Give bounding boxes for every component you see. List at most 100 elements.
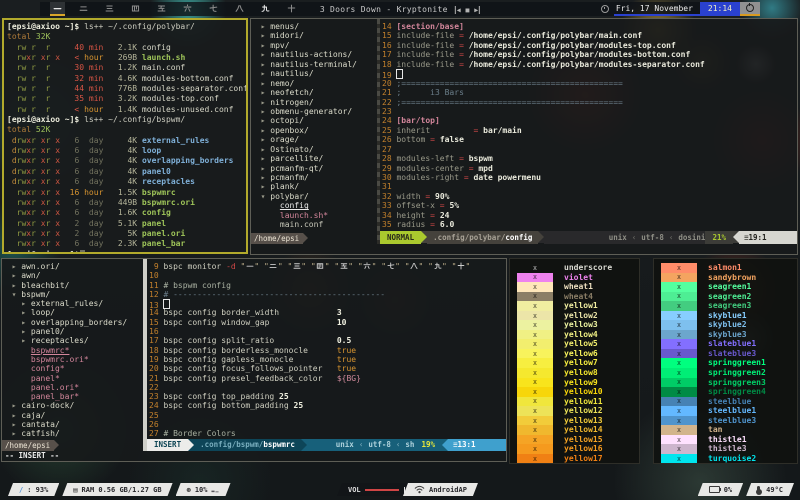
- tree-item[interactable]: ▸ cantata/: [2, 420, 143, 429]
- tree-item[interactable]: ▸ menus/: [251, 22, 377, 31]
- tree-item[interactable]: ▸ nautilus-terminal/: [251, 60, 377, 69]
- color-row: x wheat1: [510, 282, 639, 292]
- file-format: unix: [335, 440, 354, 450]
- media-next-button[interactable]: ▶: [474, 5, 481, 14]
- color-row: x yellow4: [510, 329, 639, 340]
- colortest-window-left[interactable]: x underscore x violet x wheat1 x wheat4 x yellow1…: [509, 258, 640, 464]
- date-label[interactable]: Fri, 17 November: [613, 2, 700, 16]
- workspace-1[interactable]: [49, 2, 65, 16]
- tree-item[interactable]: ▸ openbox/: [251, 126, 377, 135]
- tree-item[interactable]: ▸ parcellite/: [251, 154, 377, 163]
- tree-item[interactable]: ▸ nautilus-actions/: [251, 50, 377, 59]
- workspace-7[interactable]: [206, 2, 221, 16]
- tree-item[interactable]: ▸ external_rules/: [2, 299, 143, 308]
- vim-bspwm-window[interactable]: ▸ awn.ori/ ▸ awn/ ▸ bleachbit/ ▾ bspwm/ …: [1, 258, 507, 462]
- editor-line: 24 bspc config bottom_padding 25: [149, 401, 304, 411]
- tree-item[interactable]: ▸ catfish/: [2, 429, 143, 438]
- terminal-line: rwxr xr x 2 day 5K panel.ori: [7, 228, 186, 238]
- volume-label: VOL: [348, 485, 361, 494]
- tree-item[interactable]: ▸ obmenu-generator/: [251, 107, 377, 116]
- color-name: skyblue3: [708, 329, 747, 339]
- tree-item[interactable]: ▸ caja/: [2, 411, 143, 420]
- file-meta: unix utf-8 sh: [306, 438, 415, 451]
- color-name: yellow6: [564, 348, 598, 358]
- editor-pane[interactable]: 9 bspc monitor -d " " " " " " " " " " " " " " "…: [147, 259, 506, 451]
- workspace-10[interactable]: [284, 2, 299, 16]
- tree-item[interactable]: panel.ori*: [2, 383, 143, 392]
- tree-item[interactable]: ▸ overlapping_borders/: [2, 318, 143, 327]
- filesystem-usage: : 93%: [27, 485, 49, 494]
- color-row: x springgreen1: [654, 358, 797, 369]
- color-swatch: x: [517, 329, 553, 340]
- color-swatch: x: [661, 368, 697, 378]
- tree-item[interactable]: ▸ orage/: [251, 135, 377, 144]
- color-name: yellow14: [564, 425, 603, 435]
- tree-item[interactable]: ▸ Ostinato/: [251, 145, 377, 154]
- tree-item[interactable]: bspwmrc*: [2, 346, 143, 355]
- tree-item[interactable]: ▸ awn/: [2, 271, 143, 280]
- colortest-window-right[interactable]: x salmon1 x sandybrown x seagreen1 x seagreen2 x…: [653, 258, 798, 464]
- tree-item[interactable]: panel_bar*: [2, 392, 143, 401]
- mode-indicator: NORMAL: [380, 231, 422, 244]
- media-prev-button[interactable]: ◀: [454, 5, 461, 14]
- terminal-ls-window[interactable]: [epsi@axioo ~]$ ls++ ~/.config/polybar/t…: [2, 18, 248, 254]
- tree-item[interactable]: config: [251, 201, 377, 210]
- tree-item[interactable]: ▸ bleachbit/: [2, 281, 143, 290]
- color-name: tan: [708, 425, 723, 435]
- workspace-3[interactable]: [102, 2, 117, 16]
- workspace-2[interactable]: [76, 2, 91, 16]
- color-row: x yellow12: [510, 406, 639, 416]
- time-label[interactable]: 21:14: [699, 2, 740, 16]
- terminal-line: rw r r 40 min 2.1K config: [7, 42, 171, 52]
- vim-commandline: [251, 244, 797, 254]
- tree-item[interactable]: main.conf: [251, 220, 377, 229]
- tree-item[interactable]: ▸ mpv/: [251, 41, 377, 50]
- workspace-9[interactable]: [258, 2, 273, 16]
- color-swatch: x: [517, 396, 553, 407]
- nerdtree-pane[interactable]: ▸ menus/ ▸ midori/ ▸ mpv/ ▸ nautilus-act…: [251, 19, 377, 244]
- terminal-line: total 52K: [7, 125, 51, 135]
- tree-item[interactable]: ▸ receptacles/: [2, 336, 143, 345]
- tree-item[interactable]: bspwmrc.ori*: [2, 355, 143, 364]
- power-button[interactable]: [740, 2, 760, 16]
- tree-item[interactable]: ▸ pcmanfm-qt/: [251, 164, 377, 173]
- workspace-8[interactable]: [232, 2, 247, 16]
- terminal-line: rwxr xr x 16 hour 1.5K bspwmrc: [7, 187, 176, 197]
- editor-pane[interactable]: 14 [section/base] 15 include-file = /home…: [380, 19, 797, 244]
- tree-item[interactable]: ▸ panel0/: [2, 327, 143, 336]
- color-name: seagreen1: [708, 282, 752, 292]
- tree-item[interactable]: ▸ octopi/: [251, 116, 377, 125]
- editor-line: 21 bspc config presel_feedback_color ${B…: [149, 373, 361, 383]
- tree-item[interactable]: ▸ neofetch/: [251, 88, 377, 97]
- color-name: seagreen3: [708, 301, 752, 311]
- cjk-numeral-五: [340, 263, 348, 269]
- tree-item[interactable]: ▸ plank/: [251, 182, 377, 191]
- tree-item[interactable]: config*: [2, 364, 143, 373]
- color-row: x steelblue3: [654, 415, 797, 426]
- tree-item[interactable]: panel*: [2, 374, 143, 383]
- editor-line: 26 bottom = false: [382, 135, 464, 145]
- tree-item[interactable]: ▸ nemo/: [251, 79, 377, 88]
- color-row: x yellow9: [510, 377, 639, 388]
- nerdtree-pane[interactable]: ▸ awn.ori/ ▸ awn/ ▸ bleachbit/ ▾ bspwm/ …: [2, 259, 147, 451]
- wifi-module[interactable]: AndroidAP: [403, 483, 478, 496]
- cpu-usage: 10%: [194, 485, 208, 494]
- tree-item[interactable]: ▸ awn.ori/: [2, 262, 143, 271]
- media-stop-button[interactable]: ■: [466, 6, 470, 14]
- color-row: x seagreen3: [654, 301, 797, 311]
- editor-line: 32 width = 90%: [382, 191, 450, 201]
- workspace-4[interactable]: [128, 2, 143, 16]
- vim-polybar-window[interactable]: ▸ menus/ ▸ midori/ ▸ mpv/ ▸ nautilus-act…: [250, 18, 798, 255]
- tree-item[interactable]: ▸ midori/: [251, 31, 377, 40]
- tree-item[interactable]: launch.sh*: [251, 211, 377, 220]
- workspace-5[interactable]: [154, 2, 169, 16]
- tree-item[interactable]: ▸ nitrogen/: [251, 98, 377, 107]
- tree-item[interactable]: ▾ bspwm/: [2, 290, 143, 299]
- tree-item[interactable]: ▸ loop/: [2, 308, 143, 317]
- tree-item[interactable]: ▸ pcmanfm/: [251, 173, 377, 182]
- tree-item[interactable]: ▾ polybar/: [251, 192, 377, 201]
- volume-slider[interactable]: [365, 489, 399, 491]
- workspace-6[interactable]: [180, 2, 195, 16]
- tree-item[interactable]: ▸ nautilus/: [251, 69, 377, 78]
- tree-item[interactable]: ▸ cairo-dock/: [2, 401, 143, 410]
